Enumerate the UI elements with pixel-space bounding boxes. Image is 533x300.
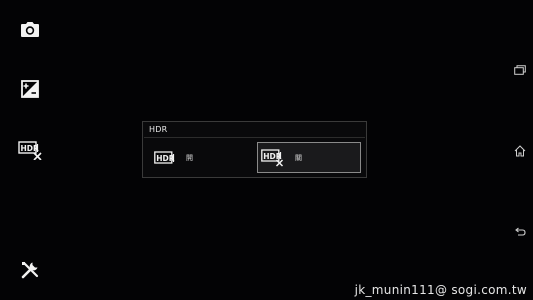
tools-icon	[21, 261, 39, 279]
hdr-popup: HDR HDR 開 HDR 關	[142, 121, 367, 178]
home-icon	[514, 145, 526, 157]
hdr-option-off[interactable]: HDR 關	[257, 142, 361, 173]
home-button[interactable]	[507, 138, 533, 164]
divider	[144, 137, 365, 138]
recent-apps-button[interactable]	[507, 57, 533, 83]
camera-icon	[21, 22, 39, 37]
hdr-button[interactable]: HDR	[14, 134, 46, 166]
hdr-off-icon: HDR	[18, 141, 42, 160]
svg-text:HDR: HDR	[156, 154, 175, 163]
hdr-off-icon: HDR	[261, 148, 285, 167]
back-button[interactable]	[507, 219, 533, 245]
camera-mode-button[interactable]	[14, 14, 46, 46]
svg-text:HDR: HDR	[263, 152, 282, 161]
exposure-compensation-icon	[21, 80, 39, 98]
hdr-option-off-label: 關	[295, 153, 302, 162]
hdr-popup-title: HDR	[149, 125, 168, 134]
exposure-button[interactable]	[14, 73, 46, 105]
hdr-option-on-label: 開	[186, 153, 193, 162]
svg-text:HDR: HDR	[21, 144, 40, 153]
hdr-option-on[interactable]: HDR 開	[151, 142, 249, 173]
settings-button[interactable]	[14, 254, 46, 286]
back-icon	[515, 227, 526, 236]
camera-viewfinder[interactable]: HDR HDR HDR 開 HDR 關 jk_munin111@ sogi.co…	[0, 0, 533, 300]
watermark: jk_munin111@ sogi.com.tw	[354, 283, 527, 297]
recent-apps-icon	[514, 65, 526, 75]
hdr-on-icon: HDR	[154, 150, 176, 165]
